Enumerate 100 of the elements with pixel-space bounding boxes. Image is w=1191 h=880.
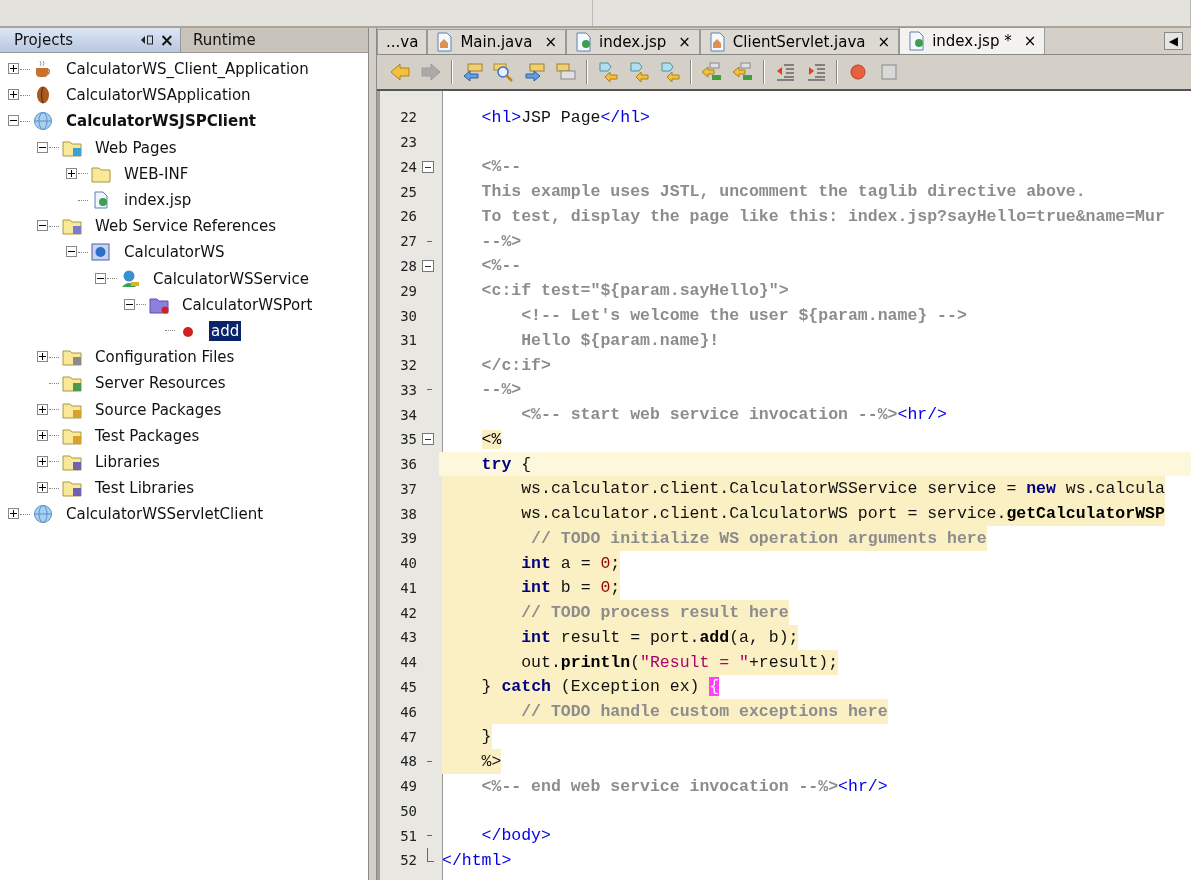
line-number: 46: [399, 703, 417, 720]
line-number: 27: [399, 233, 417, 250]
line-number: 23: [399, 134, 417, 151]
line-number: 39: [399, 530, 417, 547]
line-number: 28: [399, 257, 417, 274]
expand-toggle[interactable]: [37, 482, 48, 494]
line-number: 50: [399, 802, 417, 819]
editor-tab[interactable]: ...va: [377, 29, 428, 54]
expand-toggle[interactable]: [37, 220, 48, 232]
tree-item[interactable]: CalculatorWSService: [151, 268, 311, 289]
tree-item[interactable]: Server Resources: [93, 373, 228, 394]
close-button[interactable]: ×: [159, 30, 174, 50]
line-number: 44: [399, 654, 417, 671]
tree-item[interactable]: Test Packages: [93, 425, 202, 446]
expand-toggle[interactable]: [66, 246, 77, 258]
tree-item[interactable]: index.jsp: [122, 190, 194, 211]
tree-item[interactable]: Test Libraries: [93, 478, 197, 499]
line-number: 38: [399, 505, 417, 522]
tree-item[interactable]: Source Packages: [93, 399, 224, 420]
file-icon: [574, 32, 593, 52]
code-line: --%>: [480, 230, 522, 253]
expand-toggle[interactable]: [37, 141, 48, 153]
tree-item[interactable]: add: [209, 320, 242, 341]
line-number: 37: [399, 480, 417, 497]
house-file-icon: [436, 32, 455, 52]
document-arrow-icon[interactable]: [524, 61, 546, 83]
close-button[interactable]: ×: [678, 33, 691, 51]
file-icon: [908, 31, 927, 51]
line-number: 42: [399, 604, 417, 621]
folder-icon: [61, 478, 83, 499]
tree-item[interactable]: CalculatorWSApplication: [64, 85, 253, 106]
close-button[interactable]: ×: [1023, 32, 1037, 50]
line-number: 47: [399, 728, 417, 745]
line-number: 22: [399, 109, 417, 126]
line-number: 24: [399, 158, 417, 175]
code-line: Hello ${param.name}!: [520, 329, 720, 352]
line-number: 36: [399, 456, 417, 473]
panel-tab[interactable]: Projects ×: [0, 28, 180, 52]
search-icon[interactable]: [493, 61, 515, 83]
tree-item[interactable]: CalculatorWS: [122, 242, 227, 263]
tree-arrow-icon[interactable]: [701, 61, 723, 83]
record-icon[interactable]: [847, 61, 869, 83]
line-number: 31: [399, 332, 417, 349]
tree-item[interactable]: WEB-INF: [122, 163, 191, 184]
editor-tab[interactable]: Main.java ×: [427, 29, 566, 54]
expand-toggle[interactable]: [37, 351, 48, 363]
folder-icon: [61, 347, 83, 368]
tree-item[interactable]: Web Pages: [93, 137, 179, 158]
line-number: 26: [399, 208, 417, 225]
expand-toggle[interactable]: [8, 508, 19, 520]
code-line: <%-- end web service invocation --%><hr/>: [480, 775, 888, 798]
folder-icon: [61, 373, 83, 394]
line-number: 32: [399, 357, 417, 374]
line-number: 29: [399, 282, 417, 299]
line-number: 45: [399, 679, 417, 695]
tree-arrow-icon[interactable]: [732, 61, 754, 83]
expand-toggle[interactable]: [37, 403, 48, 415]
code-line: To test, display the page like this: index.jsp?sayHello=true&name=Mur: [480, 205, 1165, 228]
expand-toggle[interactable]: [124, 298, 135, 310]
minimize-icon[interactable]: [139, 34, 154, 46]
expand-toggle[interactable]: [8, 89, 19, 101]
line-number: 34: [399, 406, 417, 423]
line-number: 40: [399, 555, 417, 572]
tree-item[interactable]: Configuration Files: [93, 347, 237, 368]
expand-toggle[interactable]: [8, 115, 19, 127]
code-line: <%-- start web service invocation --%><hr/>: [520, 404, 947, 427]
expand-toggle[interactable]: [95, 272, 106, 284]
editor-tab[interactable]: ClientServlet.java ×: [699, 29, 900, 54]
globe-box-icon: [90, 242, 112, 263]
editor-tab[interactable]: index.jsp * ×: [899, 27, 1046, 54]
close-button[interactable]: ×: [877, 33, 891, 51]
scroll-left-button[interactable]: ◀: [1163, 32, 1183, 50]
line-number: 43: [399, 629, 417, 646]
line-number: 25: [399, 183, 417, 200]
tree-item[interactable]: CalculatorWS_Client_Application: [64, 59, 311, 80]
tree-item[interactable]: Libraries: [93, 451, 162, 472]
line-number: 41: [399, 579, 417, 596]
expand-toggle[interactable]: [37, 455, 48, 467]
tree-item[interactable]: CalculatorWSServletClient: [64, 504, 266, 525]
line-number: 48: [399, 753, 417, 770]
expand-toggle[interactable]: [8, 63, 19, 75]
panel-tab[interactable]: Runtime: [180, 28, 262, 52]
line-number: 33: [399, 381, 417, 398]
code-line: <c:if test="${param.sayHello}">: [480, 280, 789, 303]
outdent-icon[interactable]: [774, 61, 796, 83]
close-button[interactable]: ×: [544, 33, 557, 51]
code-line: </body>: [480, 825, 551, 848]
indent-icon[interactable]: [805, 61, 827, 83]
tree-item[interactable]: CalculatorWSJSPClient: [64, 111, 259, 132]
code-line: --%>: [480, 379, 522, 402]
tree-item[interactable]: Web Service References: [93, 216, 279, 237]
line-number: 51: [399, 827, 417, 844]
code-line: try {: [480, 453, 532, 476]
expand-toggle[interactable]: [66, 167, 77, 179]
expand-toggle[interactable]: [37, 429, 48, 441]
document-arrow-icon[interactable]: [462, 61, 484, 83]
editor-tab[interactable]: index.jsp ×: [565, 29, 700, 54]
folder-icon: [61, 216, 83, 237]
tree-item[interactable]: CalculatorWSPort: [180, 294, 315, 315]
line-number: 52: [399, 852, 417, 869]
